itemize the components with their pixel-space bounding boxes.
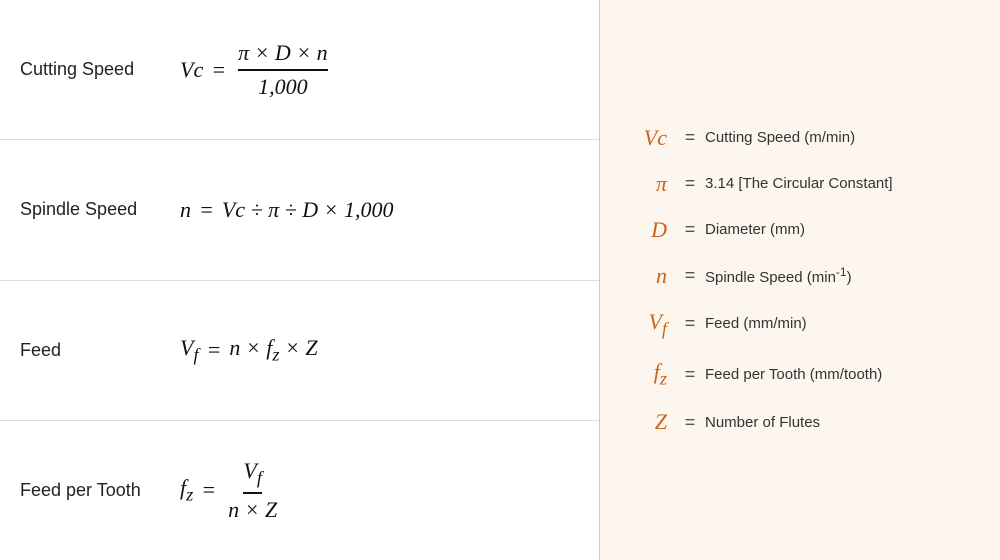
equals-1: = <box>211 57 226 83</box>
fz-var: fz <box>180 475 193 505</box>
legend-desc-fz: Feed per Tooth (mm/tooth) <box>705 366 980 383</box>
legend-row-z: Z = Number of Flutes <box>620 399 980 445</box>
legend-row-vf: Vf = Feed (mm/min) <box>620 299 980 349</box>
legend-row-n: n = Spindle Speed (min-1) <box>620 253 980 299</box>
cutting-speed-label: Cutting Speed <box>20 59 180 80</box>
legend-equals-vf: = <box>675 313 705 334</box>
vc-numerator: π × D × n <box>238 40 328 71</box>
legend-desc-vf: Feed (mm/min) <box>705 315 980 332</box>
fz-denominator: n × Z <box>228 494 277 523</box>
feed-per-tooth-label: Feed per Tooth <box>20 480 180 501</box>
equals-3: = <box>207 337 222 363</box>
equals-4: = <box>201 477 216 503</box>
vc-denominator: 1,000 <box>258 71 308 100</box>
right-panel: Vc = Cutting Speed (m/min) π = 3.14 [The… <box>600 0 1000 560</box>
legend-row-vc: Vc = Cutting Speed (m/min) <box>620 115 980 161</box>
legend-symbol-fz: fz <box>620 359 675 389</box>
legend-equals-vc: = <box>675 127 705 148</box>
legend-equals-z: = <box>675 412 705 433</box>
fz-numerator: Vf <box>243 458 262 493</box>
equals-2: = <box>199 197 214 223</box>
vc-var: Vc <box>180 57 203 83</box>
legend-symbol-vc: Vc <box>620 125 675 151</box>
legend-desc-z: Number of Flutes <box>705 414 980 431</box>
spindle-eq: Vc ÷ π ÷ D × 1,000 <box>222 197 394 223</box>
feed-per-tooth-row: Feed per Tooth fz = Vf n × Z <box>0 421 599 560</box>
legend-equals-d: = <box>675 219 705 240</box>
legend-equals-fz: = <box>675 364 705 385</box>
feed-per-tooth-formula: fz = Vf n × Z <box>180 458 281 522</box>
legend-desc-n: Spindle Speed (min-1) <box>705 265 980 286</box>
feed-eq: n × fz × Z <box>229 335 317 365</box>
legend-row-d: D = Diameter (mm) <box>620 207 980 253</box>
legend-symbol-pi: π <box>620 171 675 197</box>
legend-symbol-n: n <box>620 263 675 289</box>
legend-symbol-z: Z <box>620 409 675 435</box>
vc-fraction: π × D × n 1,000 <box>238 40 328 100</box>
legend-desc-d: Diameter (mm) <box>705 221 980 238</box>
spindle-speed-row: Spindle Speed n = Vc ÷ π ÷ D × 1,000 <box>0 140 599 280</box>
vf-var: Vf <box>180 335 199 365</box>
legend-equals-pi: = <box>675 173 705 194</box>
legend-desc-pi: 3.14 [The Circular Constant] <box>705 175 980 192</box>
legend-row-pi: π = 3.14 [The Circular Constant] <box>620 161 980 207</box>
legend-desc-vc: Cutting Speed (m/min) <box>705 129 980 146</box>
feed-formula: Vf = n × fz × Z <box>180 335 318 365</box>
left-panel: Cutting Speed Vc = π × D × n 1,000 Spind… <box>0 0 600 560</box>
fz-fraction: Vf n × Z <box>228 458 277 522</box>
cutting-speed-formula: Vc = π × D × n 1,000 <box>180 40 332 100</box>
legend-symbol-vf: Vf <box>620 309 675 339</box>
legend-row-fz: fz = Feed per Tooth (mm/tooth) <box>620 349 980 399</box>
legend-symbol-d: D <box>620 217 675 243</box>
spindle-speed-formula: n = Vc ÷ π ÷ D × 1,000 <box>180 197 393 223</box>
n-var: n <box>180 197 191 223</box>
feed-row: Feed Vf = n × fz × Z <box>0 281 599 421</box>
feed-label: Feed <box>20 340 180 361</box>
spindle-speed-label: Spindle Speed <box>20 199 180 220</box>
legend-equals-n: = <box>675 265 705 286</box>
cutting-speed-row: Cutting Speed Vc = π × D × n 1,000 <box>0 0 599 140</box>
